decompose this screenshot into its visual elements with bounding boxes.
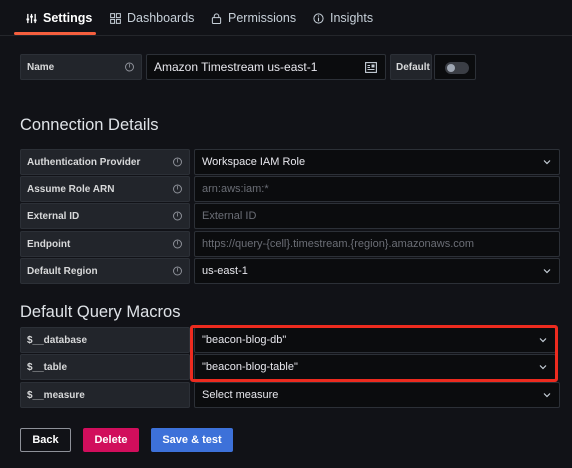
toggle-knob: [447, 64, 455, 72]
name-row: Name i Amazon Timestream us-east-1 Defau…: [20, 54, 478, 80]
default-label: Default: [390, 54, 432, 80]
field-label: Assume Role ARN i: [20, 176, 190, 202]
input-placeholder: https://query-{cell}.timestream.{region}…: [202, 238, 475, 250]
select-value: Workspace IAM Role: [202, 156, 306, 168]
field-label-text: $__database: [27, 334, 88, 346]
grid-icon: [110, 12, 121, 24]
chevron-down-icon: [543, 160, 551, 165]
tab-label: Insights: [330, 11, 374, 25]
name-label: Name i: [20, 54, 142, 80]
delete-button[interactable]: Delete: [83, 428, 139, 452]
chevron-down-icon: [543, 393, 551, 398]
field-label: $__database: [20, 327, 190, 353]
default-toggle-wrap: [434, 54, 476, 80]
chevron-down-icon: [539, 365, 547, 370]
tab-label: Permissions: [228, 11, 297, 25]
info-icon[interactable]: i: [173, 184, 182, 194]
tab-bar: Settings Dashboards Permissions Insights: [0, 0, 572, 36]
connection-details-heading: Connection Details: [20, 116, 159, 134]
field-label: Endpoint i: [20, 231, 190, 257]
tab-insights[interactable]: Insights: [313, 0, 373, 36]
tab-settings[interactable]: Settings: [26, 0, 92, 36]
tab-label: Settings: [43, 11, 93, 25]
info-icon[interactable]: i: [173, 266, 182, 276]
chevron-down-icon: [543, 269, 551, 274]
assume-role-input[interactable]: arn:aws:iam:*: [194, 176, 560, 202]
name-value: Amazon Timestream us-east-1: [154, 60, 318, 74]
measure-row: $__measure Select measure: [20, 382, 560, 408]
field-label: $__measure: [20, 382, 190, 408]
info-icon[interactable]: i: [125, 62, 134, 72]
input-placeholder: arn:aws:iam:*: [202, 183, 269, 195]
name-input[interactable]: Amazon Timestream us-east-1: [146, 54, 386, 80]
field-label-text: Authentication Provider: [27, 156, 141, 168]
default-label-text: Default: [396, 61, 430, 73]
field-label: Authentication Provider i: [20, 149, 190, 175]
assume-role-row: Assume Role ARN i arn:aws:iam:*: [20, 176, 560, 202]
lock-icon: [211, 12, 222, 24]
back-button[interactable]: Back: [20, 428, 71, 452]
default-region-row: Default Region i us-east-1: [20, 258, 560, 284]
field-label-text: Default Region: [27, 265, 98, 277]
sliders-icon: [26, 13, 37, 23]
save-test-button[interactable]: Save & test: [151, 428, 233, 452]
select-value: us-east-1: [202, 265, 248, 277]
field-label: External ID i: [20, 203, 190, 229]
active-tab-indicator: [14, 32, 96, 35]
field-label: Default Region i: [20, 258, 190, 284]
external-id-row: External ID i External ID: [20, 203, 560, 229]
select-value: "beacon-blog-db": [202, 334, 287, 346]
field-label-text: Assume Role ARN: [27, 183, 115, 195]
select-value: "beacon-blog-table": [202, 361, 298, 373]
info-icon[interactable]: i: [173, 239, 182, 249]
tab-dashboards[interactable]: Dashboards: [110, 0, 194, 36]
info-icon[interactable]: i: [173, 157, 182, 167]
auth-provider-row: Authentication Provider i Workspace IAM …: [20, 149, 560, 175]
field-label-text: $__measure: [27, 389, 85, 401]
external-id-input[interactable]: External ID: [194, 203, 560, 229]
endpoint-row: Endpoint i https://query-{cell}.timestre…: [20, 231, 560, 257]
measure-select[interactable]: Select measure: [194, 382, 560, 408]
select-value: Select measure: [202, 389, 279, 401]
table-select[interactable]: "beacon-blog-table": [194, 354, 556, 380]
info-circle-icon: [313, 12, 324, 24]
tab-permissions[interactable]: Permissions: [211, 0, 296, 36]
default-toggle[interactable]: [445, 62, 469, 74]
field-label-text: External ID: [27, 210, 80, 222]
field-label-text: Endpoint: [27, 238, 71, 250]
input-placeholder: External ID: [202, 210, 257, 222]
field-label: $__table: [20, 354, 190, 380]
table-row: $__table "beacon-blog-table": [20, 354, 560, 380]
chevron-down-icon: [539, 338, 547, 343]
query-macros-heading: Default Query Macros: [20, 303, 181, 321]
tab-label: Dashboards: [127, 11, 195, 25]
info-icon[interactable]: i: [173, 211, 182, 221]
card-icon: [365, 62, 377, 73]
database-select[interactable]: "beacon-blog-db": [194, 327, 556, 353]
field-label-text: $__table: [27, 361, 68, 373]
endpoint-input[interactable]: https://query-{cell}.timestream.{region}…: [194, 231, 560, 257]
name-label-text: Name: [27, 61, 55, 73]
database-row: $__database "beacon-blog-db": [20, 327, 560, 353]
auth-provider-select[interactable]: Workspace IAM Role: [194, 149, 560, 175]
default-region-select[interactable]: us-east-1: [194, 258, 560, 284]
